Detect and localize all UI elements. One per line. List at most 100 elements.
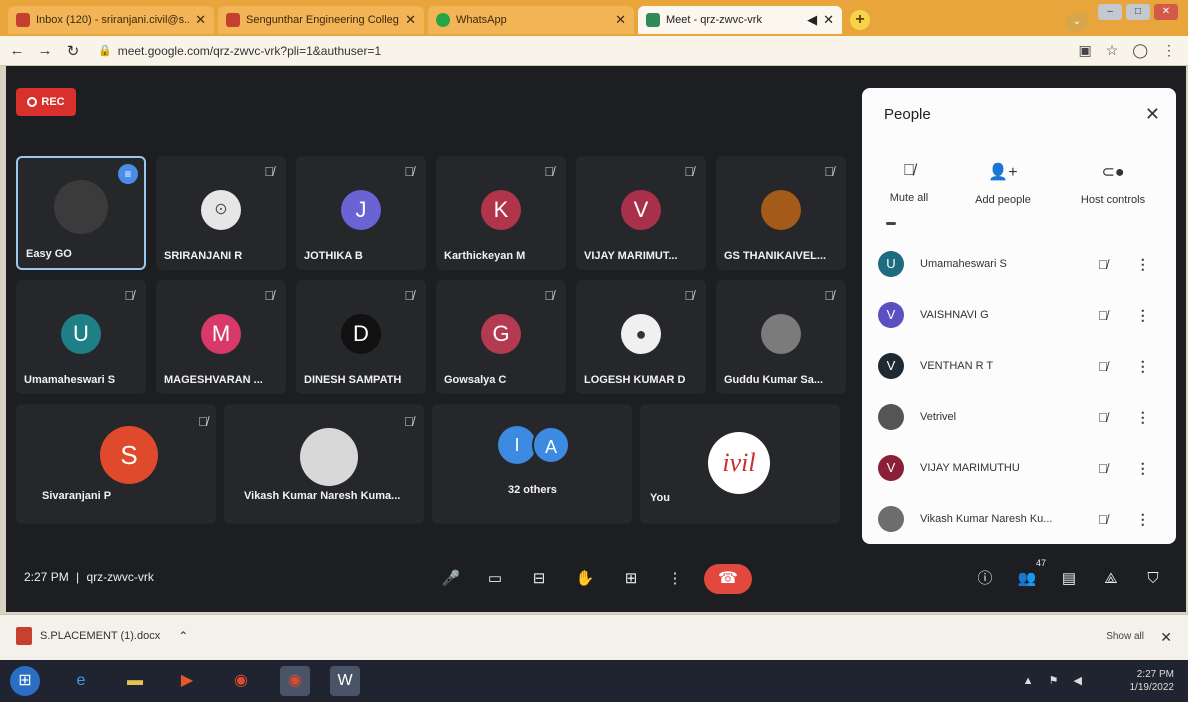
tab-whatsapp[interactable]: WhatsApp ✕ [428,6,634,34]
forward-icon[interactable]: → [34,42,56,59]
word-icon[interactable]: W [330,666,360,696]
participant-row[interactable]: Vetrivel 🎙̸ ⋮ [878,397,1168,437]
close-tab-icon[interactable]: ✕ [823,12,834,28]
people-button[interactable]: 👥 [1014,566,1040,592]
participant-tile[interactable]: U 🎙̸ Umamaheswari S [16,280,146,394]
participant-name: Karthickeyan M [444,250,526,262]
minimize-icon[interactable]: – [1098,4,1122,20]
camera-permission-icon[interactable]: ▣ [1079,42,1092,59]
avatar [761,190,801,230]
new-tab-button[interactable]: + [850,10,870,30]
back-icon[interactable]: ← [6,42,28,59]
more-options-icon[interactable]: ⋮ [1136,256,1150,273]
participant-tile[interactable]: G 🎙̸ Gowsalya C [436,280,566,394]
maximize-icon[interactable]: □ [1126,4,1150,20]
tab-inbox[interactable]: Inbox (120) - sriranjani.civil@s... ✕ [8,6,214,34]
lock-icon[interactable]: 🔒 [98,44,112,57]
file-explorer-icon[interactable]: ▬ [120,666,150,696]
mic-off-icon[interactable]: 🎙̸ [1098,512,1108,527]
tab-college[interactable]: Sengunthar Engineering College ✕ [218,6,424,34]
chrome-icon[interactable]: ◉ [226,666,256,696]
chat-button[interactable]: ▤ [1056,566,1082,592]
leave-call-button[interactable]: ☎ [704,564,752,594]
participant-tile[interactable]: ⊙ 🎙̸ SRIRANJANI R [156,156,286,270]
info-button[interactable]: ⓘ [972,566,998,592]
more-options-icon[interactable]: ⋮ [1136,358,1150,375]
chevron-up-icon[interactable]: ⌃ [178,629,188,643]
present-button[interactable]: ⊞ [618,566,644,592]
system-tray-icons[interactable]: ▲ ⚑ ◀ [1023,674,1088,687]
avatar: G [481,314,521,354]
mic-off-icon[interactable]: 🎙̸ [1098,308,1108,323]
download-filename[interactable]: S.PLACEMENT (1).docx [40,630,160,642]
omnibox[interactable]: 🔒 meet.google.com/qrz-zwvc-vrk?pli=1&aut… [98,44,381,58]
gmail-favicon-icon [226,13,240,27]
bookmark-star-icon[interactable]: ☆ [1106,42,1119,59]
avatar [878,404,904,430]
avatar: V [878,302,904,328]
camera-button[interactable]: ▭ [482,566,508,592]
more-options-icon[interactable]: ⋮ [1136,409,1150,426]
mic-off-icon[interactable]: 🎙̸ [1098,461,1108,476]
avatar: ivil [708,432,770,494]
speaker-icon[interactable]: ◀ [807,12,817,28]
reload-icon[interactable]: ↻ [62,42,84,60]
participant-name: VIJAY MARIMUTHU [920,462,1020,474]
participant-tile[interactable]: D 🎙̸ DINESH SAMPATH [296,280,426,394]
captions-button[interactable]: ⊟ [526,566,552,592]
activities-button[interactable]: ⟁ [1098,566,1124,592]
participant-tile[interactable]: M 🎙̸ MAGESHVARAN ... [156,280,286,394]
close-tab-icon[interactable]: ✕ [195,12,206,28]
participant-row[interactable]: V VENTHAN R T 🎙̸ ⋮ [878,346,1168,386]
participant-row[interactable]: V VAISHNAVI G 🎙̸ ⋮ [878,295,1168,335]
more-options-button[interactable]: ⋮ [662,566,688,592]
participant-tile[interactable]: ● 🎙̸ LOGESH KUMAR D [576,280,706,394]
close-tab-icon[interactable]: ✕ [405,12,416,28]
more-options-icon[interactable]: ⋮ [1136,511,1150,528]
participant-tile[interactable]: V 🎙̸ VIJAY MARIMUT... [576,156,706,270]
raise-hand-button[interactable]: ✋ [572,566,598,592]
mute-all-button[interactable]: 🎙̸ Mute all [864,162,954,204]
participant-tile[interactable]: J 🎙̸ JOTHIKA B [296,156,426,270]
more-options-icon[interactable]: ⋮ [1136,307,1150,324]
microphone-button[interactable]: 🎤 [438,566,464,592]
participant-tile[interactable]: S 🎙̸ Sivaranjani P [16,404,216,524]
mic-off-icon[interactable]: 🎙̸ [1098,410,1108,425]
more-options-icon[interactable]: ⋮ [1136,460,1150,477]
profile-icon[interactable]: ◯ [1132,42,1148,59]
self-tile[interactable]: ivil You [640,404,840,524]
participant-tile[interactable]: 🎙̸ Guddu Kumar Sa... [716,280,846,394]
chrome-active-icon[interactable]: ◉ [280,666,310,696]
participant-tile[interactable]: 🎙̸ Vikash Kumar Naresh Kuma... [224,404,424,524]
start-button[interactable]: ⊞ [10,666,40,696]
internet-explorer-icon[interactable]: e [66,666,96,696]
clock[interactable]: 2:27 PM 1/19/2022 [1130,668,1175,694]
participant-row[interactable]: V VIJAY MARIMUTHU 🎙̸ ⋮ [878,448,1168,488]
download-item[interactable]: S.PLACEMENT (1).docx ⌃ [16,627,188,645]
avatar: S [100,426,158,484]
tab-search-icon[interactable]: ⌄ [1066,12,1088,32]
close-downloads-icon[interactable]: ✕ [1160,629,1172,646]
window-close-icon[interactable]: ✕ [1154,4,1178,20]
participant-row[interactable]: Vikash Kumar Naresh Ku... 🎙̸ ⋮ [878,499,1168,539]
media-player-icon[interactable]: ▶ [172,666,202,696]
url-text[interactable]: meet.google.com/qrz-zwvc-vrk?pli=1&authu… [118,44,381,58]
host-controls-button[interactable]: ⊂● Host controls [1068,162,1158,206]
close-panel-icon[interactable]: ✕ [1145,104,1160,125]
participant-name: LOGESH KUMAR D [584,374,686,386]
mic-off-icon[interactable]: 🎙̸ [1098,359,1108,374]
close-tab-icon[interactable]: ✕ [615,12,626,28]
participant-tile[interactable]: ≡ Easy GO [16,156,146,270]
show-all-button[interactable]: Show all [1106,631,1144,642]
more-menu-icon[interactable]: ⋮ [1162,42,1176,59]
add-people-button[interactable]: 👤+ Add people [958,162,1048,206]
mic-off-icon: 🎙̸ [824,164,834,179]
participant-tile[interactable]: 🎙̸ GS THANIKAIVEL... [716,156,846,270]
mic-off-icon[interactable]: 🎙̸ [1098,257,1108,272]
host-controls-icon[interactable]: ⛉ [1140,566,1166,592]
tab-meet[interactable]: Meet - qrz-zwvc-vrk ◀ ✕ [638,6,842,34]
participant-tile[interactable]: K 🎙̸ Karthickeyan M [436,156,566,270]
tab-title: WhatsApp [456,14,507,26]
participant-row[interactable]: U Umamaheswari S 🎙̸ ⋮ [878,244,1168,284]
others-tile[interactable]: I A 32 others [432,404,632,524]
